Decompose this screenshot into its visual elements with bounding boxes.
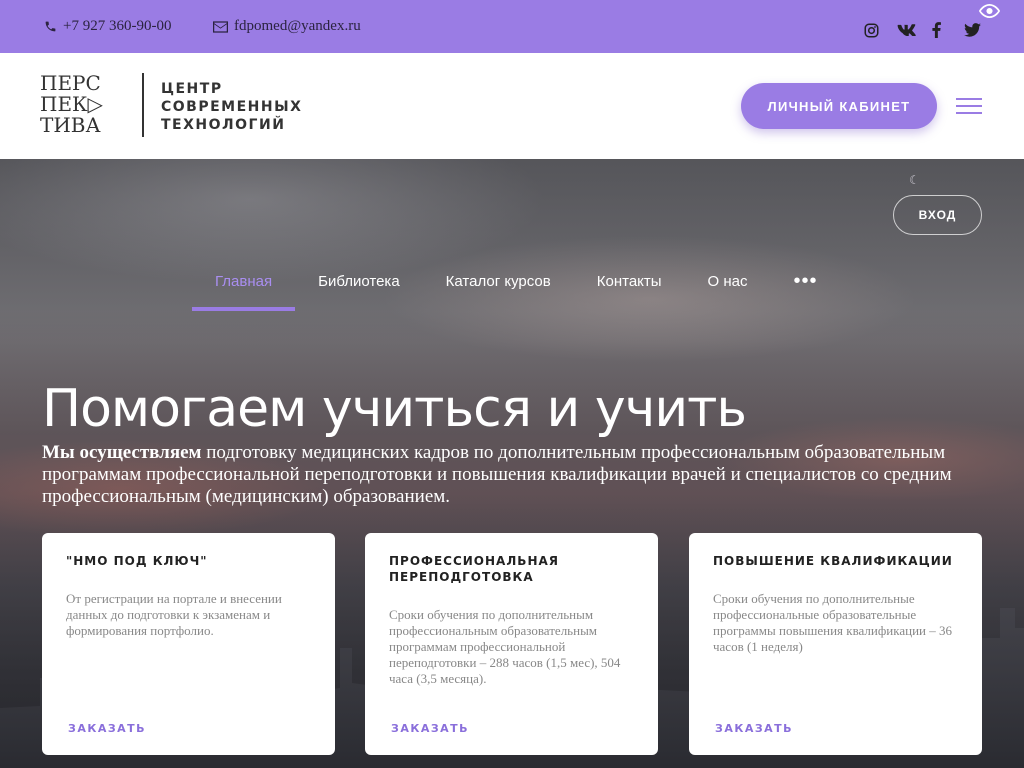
service-card: "НМО ПОД КЛЮЧ" От регистрации на портале… <box>42 533 335 755</box>
logo-mark-line: ТИВА <box>40 113 101 137</box>
site-header: ПЕРС ПЕК▷ ТИВА ЦЕНТР СОВРЕМЕННЫХ ТЕХНОЛО… <box>0 53 1024 159</box>
nav-more-icon[interactable]: ••• <box>771 259 841 303</box>
hero-title: Помогаем учиться и учить <box>42 379 747 439</box>
card-text: Сроки обучения по дополнительные професс… <box>713 591 953 654</box>
logo-text-line: СОВРЕМЕННЫХ <box>161 99 303 115</box>
logo-mark-line: ПЕРС <box>40 71 101 95</box>
personal-cabinet-button[interactable]: ЛИЧНЫЙ КАБИНЕТ <box>741 83 937 129</box>
logo-mark[interactable]: ПЕРС ПЕК▷ ТИВА <box>40 73 103 136</box>
phone-contact[interactable]: +7 927 360-90-00 <box>44 0 171 53</box>
logo-mark-line: ПЕК▷ <box>40 92 103 116</box>
hero-description: Мы осуществляем подготовку медицинских к… <box>42 442 987 508</box>
service-card: ПОВЫШЕНИЕ КВАЛИФИКАЦИИ Сроки обучения по… <box>689 533 982 755</box>
nav-item-library[interactable]: Библиотека <box>295 259 423 303</box>
card-title: ПОВЫШЕНИЕ КВАЛИФИКАЦИИ <box>713 554 953 568</box>
card-title: "НМО ПОД КЛЮЧ" <box>66 554 208 568</box>
service-card: ПРОФЕССИОНАЛЬНАЯ ПЕРЕПОДГОТОВКА Сроки об… <box>365 533 658 755</box>
hamburger-icon[interactable] <box>956 98 982 115</box>
instagram-link[interactable] <box>864 0 879 60</box>
order-link[interactable]: ЗАКАЗАТЬ <box>715 722 793 735</box>
vk-icon <box>897 24 916 36</box>
card-text: От регистрации на портале и внесении дан… <box>66 591 282 638</box>
phone-number: +7 927 360-90-00 <box>63 18 172 34</box>
card-title: ПРОФЕССИОНАЛЬНАЯ ПЕРЕПОДГОТОВКА <box>389 554 560 584</box>
card-text: Сроки обучения по дополнительным професс… <box>389 607 621 686</box>
hero-section: ☾ ВХОД Главная Библиотека Каталог курсов… <box>0 159 1024 768</box>
main-nav: Главная Библиотека Каталог курсов Контак… <box>192 259 841 311</box>
facebook-link[interactable] <box>932 0 941 60</box>
hero-description-bold: Мы осуществляем <box>42 442 202 463</box>
nav-item-catalog[interactable]: Каталог курсов <box>423 259 574 303</box>
nav-item-contacts[interactable]: Контакты <box>574 259 685 303</box>
logo-text-line: ЦЕНТР <box>161 81 223 97</box>
order-link[interactable]: ЗАКАЗАТЬ <box>391 722 469 735</box>
email-contact[interactable]: fdpomed@yandex.ru <box>213 0 361 53</box>
moon-icon: ☾ <box>909 173 920 187</box>
logo-text[interactable]: ЦЕНТР СОВРЕМЕННЫХ ТЕХНОЛОГИЙ <box>161 80 302 134</box>
nav-item-about[interactable]: О нас <box>685 259 771 303</box>
top-bar: +7 927 360-90-00 fdpomed@yandex.ru <box>0 0 1024 53</box>
facebook-icon <box>932 22 941 38</box>
envelope-icon <box>213 20 228 33</box>
twitter-icon <box>964 23 981 37</box>
nav-item-home[interactable]: Главная <box>192 259 296 311</box>
logo-text-line: ТЕХНОЛОГИЙ <box>161 117 286 133</box>
phone-icon <box>45 21 56 32</box>
logo-divider <box>142 73 144 137</box>
eye-icon[interactable] <box>978 3 1001 23</box>
vk-link[interactable] <box>897 0 916 60</box>
email-address: fdpomed@yandex.ru <box>234 18 361 34</box>
order-link[interactable]: ЗАКАЗАТЬ <box>68 722 146 735</box>
instagram-icon <box>864 23 879 37</box>
login-button[interactable]: ВХОД <box>893 195 982 235</box>
